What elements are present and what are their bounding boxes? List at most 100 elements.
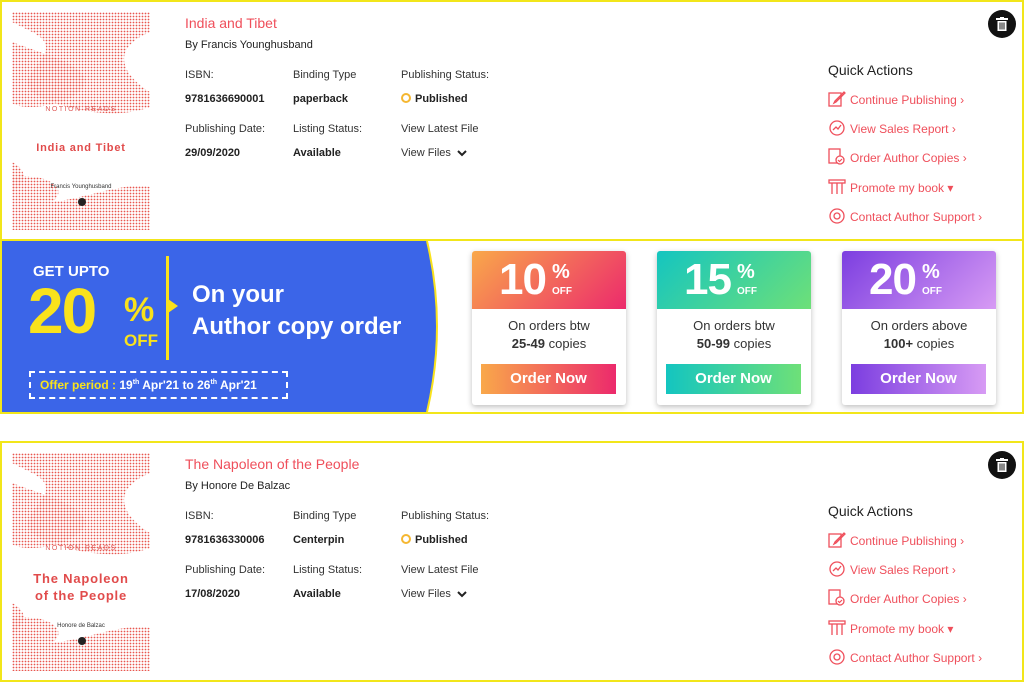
order-copies-icon bbox=[828, 589, 845, 606]
order-author-copies-link[interactable]: Order Author Copies › bbox=[828, 589, 967, 607]
publishing-status-label: Publishing Status: bbox=[401, 510, 490, 522]
chevron-right-icon: › bbox=[960, 93, 965, 107]
promote-my-book-label: Promote my book bbox=[850, 181, 945, 195]
discount-range: 100+ copies bbox=[842, 336, 996, 351]
chevron-right-icon: › bbox=[962, 151, 967, 165]
support-icon bbox=[829, 208, 845, 224]
view-sales-report-link[interactable]: View Sales Report › bbox=[828, 560, 956, 578]
publishing-date-label: Publishing Date: bbox=[185, 564, 266, 576]
discount-range-value: 25-49 bbox=[511, 336, 546, 351]
support-icon bbox=[829, 649, 845, 665]
quick-actions-title: Quick Actions bbox=[828, 503, 913, 519]
listing-status-value: Available bbox=[293, 147, 341, 159]
offer-to-sup: th bbox=[210, 379, 218, 386]
contact-author-support-label: Contact Author Support bbox=[850, 210, 975, 224]
chevron-right-icon: › bbox=[960, 534, 965, 548]
chevron-right-icon: › bbox=[978, 210, 983, 224]
cover-author: Honore de Balzac bbox=[57, 623, 105, 629]
promo-headline: On your Author copy order bbox=[192, 279, 401, 343]
discount-range-unit: copies bbox=[548, 336, 587, 351]
author-copy-promo-banner[interactable]: GET UPTO 20 % OFF On your Author copy or… bbox=[0, 239, 1024, 414]
continue-publishing-link[interactable]: Continue Publishing › bbox=[828, 531, 964, 549]
publishing-date-value: 29/09/2020 bbox=[185, 147, 241, 159]
order-copies-icon bbox=[828, 148, 845, 165]
continue-publishing-link[interactable]: Continue Publishing › bbox=[828, 90, 964, 108]
status-icon bbox=[401, 93, 411, 103]
book-cover[interactable]: NOTION READS The Napoleon of the People … bbox=[12, 453, 150, 671]
trash-icon bbox=[996, 17, 1008, 31]
binding-value: paperback bbox=[293, 93, 349, 105]
offer-from-month: Apr'21 bbox=[142, 378, 180, 392]
book-title[interactable]: The Napoleon of the People bbox=[185, 456, 359, 472]
contact-author-support-link[interactable]: Contact Author Support › bbox=[828, 207, 982, 225]
delete-button[interactable] bbox=[988, 451, 1016, 479]
discount-range-value: 100+ bbox=[883, 336, 914, 351]
listing-status-value: Available bbox=[293, 588, 341, 600]
continue-publishing-label: Continue Publishing bbox=[850, 534, 957, 548]
discount-range-unit: copies bbox=[916, 336, 955, 351]
promote-my-book-link[interactable]: Promote my book ▾ bbox=[828, 619, 953, 637]
cover-title: India and Tibet bbox=[36, 142, 126, 154]
discount-number: 10 bbox=[499, 255, 547, 304]
offer-to-month: Apr'21 bbox=[219, 378, 257, 392]
continue-publishing-label: Continue Publishing bbox=[850, 93, 957, 107]
edit-icon bbox=[828, 532, 846, 548]
cover-brand: NOTION READS bbox=[45, 106, 117, 113]
edit-icon bbox=[828, 91, 846, 107]
book-author: By Francis Younghusband bbox=[185, 39, 313, 51]
discount-header: 15 % OFF bbox=[657, 251, 811, 309]
contact-author-support-label: Contact Author Support bbox=[850, 651, 975, 665]
order-author-copies-label: Order Author Copies bbox=[850, 151, 960, 165]
publisher-logo-icon bbox=[78, 198, 86, 206]
book-cover[interactable]: NOTION READS India and Tibet Francis You… bbox=[12, 12, 150, 230]
isbn-value: 9781636690001 bbox=[185, 93, 265, 105]
status-text: Published bbox=[415, 93, 468, 105]
discount-off: OFF bbox=[737, 286, 757, 297]
binding-label: Binding Type bbox=[293, 510, 357, 522]
offer-period-label: Offer period : bbox=[40, 378, 117, 392]
offer-from-sup: th bbox=[132, 379, 140, 386]
sales-report-icon bbox=[829, 561, 845, 577]
order-now-button[interactable]: Order Now bbox=[666, 364, 801, 394]
discount-card-15: 15 % OFF On orders btw 50-99 copies Orde… bbox=[657, 251, 811, 405]
latest-file-label: View Latest File bbox=[401, 123, 479, 135]
publishing-date-label: Publishing Date: bbox=[185, 123, 266, 135]
cover-title-line1: The Napoleon bbox=[33, 571, 129, 586]
quick-actions-title: Quick Actions bbox=[828, 62, 913, 78]
view-sales-report-label: View Sales Report bbox=[850, 563, 949, 577]
caret-down-icon: ▾ bbox=[947, 181, 954, 195]
order-now-button[interactable]: Order Now bbox=[481, 364, 616, 394]
discount-card-10: 10 % OFF On orders btw 25-49 copies Orde… bbox=[472, 251, 626, 405]
promote-icon bbox=[828, 620, 846, 635]
view-files-dropdown[interactable]: View Files bbox=[401, 588, 467, 600]
discount-off: OFF bbox=[922, 286, 942, 297]
discount-number: 20 bbox=[869, 255, 917, 304]
isbn-label: ISBN: bbox=[185, 510, 214, 522]
book-author: By Honore De Balzac bbox=[185, 480, 291, 492]
order-author-copies-link[interactable]: Order Author Copies › bbox=[828, 148, 967, 166]
contact-author-support-link[interactable]: Contact Author Support › bbox=[828, 648, 982, 666]
promote-my-book-link[interactable]: Promote my book ▾ bbox=[828, 178, 953, 196]
discount-range: 25-49 copies bbox=[472, 336, 626, 351]
promo-headline-line1: On your bbox=[192, 281, 285, 308]
order-now-button[interactable]: Order Now bbox=[851, 364, 986, 394]
chevron-down-icon bbox=[457, 591, 467, 598]
promo-headline-line2: Author copy order bbox=[192, 313, 402, 340]
listing-status-label: Listing Status: bbox=[293, 564, 363, 576]
discount-range: 50-99 copies bbox=[657, 336, 811, 351]
view-sales-report-link[interactable]: View Sales Report › bbox=[828, 119, 956, 137]
book-title[interactable]: India and Tibet bbox=[185, 15, 277, 31]
promo-percent: % bbox=[124, 291, 155, 329]
isbn-value: 9781636330006 bbox=[185, 534, 265, 546]
delete-button[interactable] bbox=[988, 10, 1016, 38]
binding-label: Binding Type bbox=[293, 69, 357, 81]
discount-range-value: 50-99 bbox=[696, 336, 731, 351]
view-files-dropdown[interactable]: View Files bbox=[401, 147, 467, 159]
promo-off: OFF bbox=[124, 331, 158, 350]
book-card: NOTION READS The Napoleon of the People … bbox=[0, 441, 1024, 682]
discount-number: 15 bbox=[684, 255, 732, 304]
publishing-status-label: Publishing Status: bbox=[401, 69, 490, 81]
view-files-label: View Files bbox=[401, 147, 451, 159]
cover-title-line2: of the People bbox=[34, 588, 128, 603]
caret-down-icon: ▾ bbox=[947, 622, 954, 636]
